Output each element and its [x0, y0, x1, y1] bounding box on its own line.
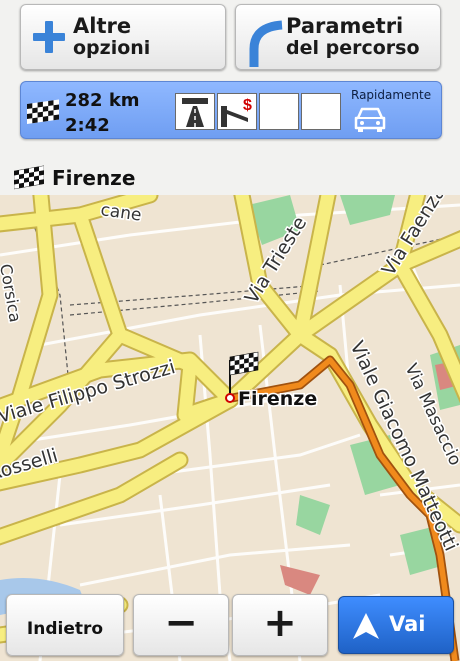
- destination-flag-icon: [14, 165, 44, 190]
- back-label: Indietro: [26, 619, 104, 639]
- checkered-flag-icon: [27, 99, 59, 124]
- highway-tile: [175, 93, 215, 130]
- route-method-label: Rapidamente: [351, 88, 432, 102]
- route-parameters-label: Parametri del percorso: [286, 14, 420, 59]
- route-parameters-button[interactable]: Parametri del percorso: [235, 4, 441, 70]
- destination-marker-label: Firenze: [238, 388, 317, 410]
- more-options-label: Altre opzioni: [73, 14, 151, 59]
- zoom-out-button[interactable]: −: [133, 594, 229, 656]
- empty-tile-2: [301, 93, 341, 130]
- destination-name: Firenze: [52, 166, 136, 190]
- svg-text:$: $: [243, 97, 252, 114]
- route-time: 2:42: [65, 115, 110, 136]
- plus-icon: +: [263, 600, 297, 646]
- destination-bar: Firenze: [0, 160, 460, 196]
- navigation-arrow-icon: [353, 613, 379, 639]
- route-summary-bar[interactable]: 282 km 2:42 $ Rapidamente: [20, 81, 442, 139]
- plus-icon: [33, 21, 65, 53]
- go-label: Vai: [389, 612, 426, 636]
- route-icon: [249, 20, 283, 67]
- highway-icon: [182, 98, 208, 127]
- more-options-button[interactable]: Altre opzioni: [20, 4, 226, 70]
- route-distance: 282 km: [65, 90, 140, 111]
- minus-icon: −: [164, 600, 198, 646]
- empty-tile-1: [259, 93, 299, 130]
- map-view[interactable]: cane Corsica Via Trieste Via Faenza Vial…: [0, 195, 460, 661]
- back-button[interactable]: Indietro: [6, 594, 124, 656]
- go-button[interactable]: Vai: [338, 596, 454, 654]
- car-icon: [354, 107, 386, 132]
- zoom-in-button[interactable]: +: [232, 594, 328, 656]
- toll-icon: $: [221, 97, 252, 127]
- toll-road-tile: $: [217, 93, 257, 130]
